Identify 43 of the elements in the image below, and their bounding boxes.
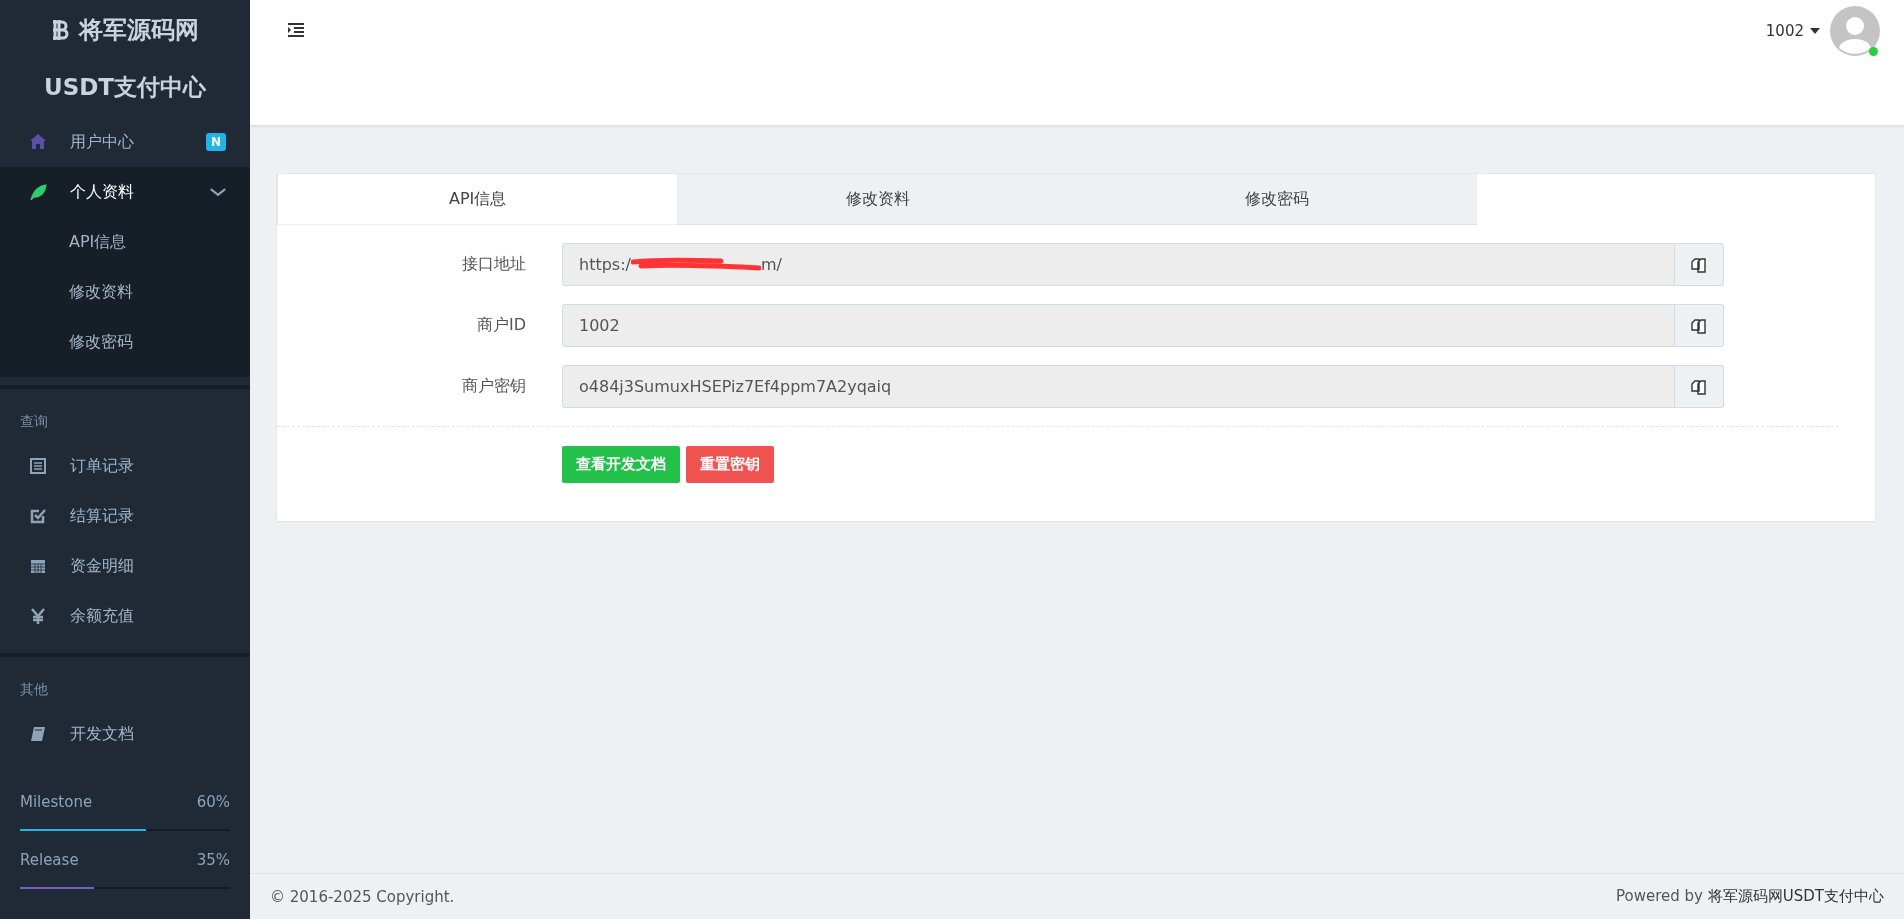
- progress-label: Release: [20, 851, 79, 869]
- field-label: 商户ID: [476, 315, 526, 334]
- progress-reading: 35%: [196, 851, 230, 869]
- yen-icon: [28, 606, 48, 626]
- tab[interactable]: API信息: [277, 173, 679, 224]
- submenu-item[interactable]: 修改密码: [69, 331, 133, 353]
- home-icon: [28, 132, 48, 152]
- sidebar-item[interactable]: 用户中心 N: [0, 117, 250, 167]
- copyright-text: © 2016-2025 Copyright.: [270, 887, 455, 906]
- new-badge: N: [205, 133, 226, 151]
- sidebar-item[interactable]: 结算记录: [0, 491, 250, 541]
- leaf-icon: [28, 182, 48, 202]
- user-menu[interactable]: 1002: [1765, 22, 1820, 40]
- submenu-item[interactable]: API信息: [69, 231, 127, 253]
- input-field[interactable]: o484j3SumuxHSEPiz7Ef4ppm7A2yqaiq: [562, 365, 1675, 408]
- sidebar-item[interactable]: 资金明细: [0, 541, 250, 591]
- copy-icon: [1690, 377, 1708, 396]
- copy-button[interactable]: [1675, 304, 1724, 347]
- section-title: 查询: [20, 413, 48, 429]
- copy-button[interactable]: [1675, 365, 1724, 408]
- submenu-item[interactable]: 修改资料: [69, 281, 133, 303]
- input-field[interactable]: 1002: [562, 304, 1675, 347]
- menu-icon[interactable]: [286, 22, 306, 38]
- caret-icon: [1810, 28, 1820, 34]
- bitcoin-icon: [51, 18, 69, 42]
- input-field[interactable]: https:/ m/: [562, 243, 1675, 286]
- copy-button[interactable]: [1675, 243, 1724, 286]
- copy-icon: [1690, 316, 1708, 335]
- sidebar-item[interactable]: 余额充值: [0, 591, 250, 641]
- brand-name: 将军源码网: [79, 15, 199, 46]
- progress-label: Milestone: [20, 793, 93, 811]
- sidebar-item[interactable]: 订单记录: [0, 441, 250, 491]
- book-icon: [28, 724, 48, 744]
- sidebar-item[interactable]: 个人资料: [0, 167, 250, 217]
- field-label: 接口地址: [462, 254, 526, 273]
- copy-icon: [1690, 255, 1708, 274]
- field-label: 商户密钥: [462, 376, 526, 395]
- progress-reading: 60%: [196, 793, 230, 811]
- section-title: 其他: [20, 681, 48, 697]
- app-title: USDT支付中心: [43, 73, 207, 102]
- powered-by-text: Powered by 将军源码网USDT支付中心: [1616, 887, 1884, 906]
- list-icon: [28, 456, 48, 476]
- sidebar-item[interactable]: 开发文档: [0, 709, 250, 759]
